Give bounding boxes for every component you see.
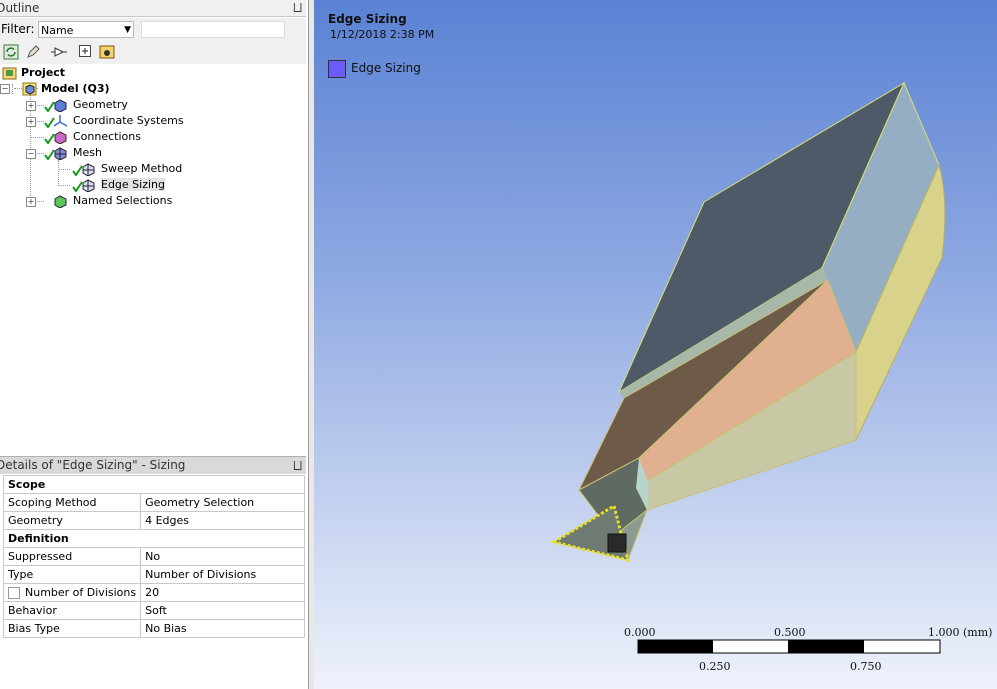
group-label-definition: Definition [3,529,305,548]
tree-label-named-selections: Named Selections [73,194,173,207]
filter-label: Filter: [1,22,35,36]
filter-input[interactable] [141,21,285,38]
tree-label-mesh: Mesh [73,146,102,159]
details-row-bias-type[interactable]: Bias Type No Bias [2,619,305,638]
mesh-icon [44,146,67,161]
chevron-down-icon: ▼ [124,25,131,35]
outline-title: Outline [0,1,40,15]
details-row-number-of-divisions[interactable]: Number of Divisions 20 [2,583,305,602]
tree-item-edge-sizing[interactable]: Edge Sizing [72,177,166,193]
row-label: Suppressed [2,547,142,566]
row-value[interactable]: No [140,547,305,566]
scale-label-0.25: 0.250 [699,660,731,673]
row-label: Behavior [2,601,142,620]
tree-item-named-selections[interactable]: Named Selections [44,193,172,209]
row-value[interactable]: Number of Divisions [140,565,305,584]
left-panel: Outline ⨆ Filter: Name ▼ Project − Model… [0,0,308,689]
connections-icon [44,130,67,145]
edge-sizing-icon [72,178,95,193]
model-geometry[interactable] [314,0,997,689]
tree-label-edge-sizing: Edge Sizing [101,178,166,191]
expand-geometry-icon[interactable]: + [26,101,36,111]
row-label: Scoping Method [2,493,142,512]
outline-tree: Project − Model (Q3) + Geometry + Coordi… [0,64,306,446]
collapse-environment-icon[interactable] [98,44,116,62]
edge-marker [607,533,627,553]
row-value[interactable]: Geometry Selection [140,493,305,512]
details-group-scope[interactable]: Scope [3,475,305,494]
tree-item-sweep-method[interactable]: Sweep Method [72,161,182,177]
filter-select-value: Name [41,24,74,37]
row-label: Type [2,565,142,584]
details-row-behavior[interactable]: Behavior Soft [2,601,305,620]
outline-toolbar [0,42,306,65]
expand-named-selections-icon[interactable]: + [26,197,36,207]
coordinate-systems-icon [44,114,68,129]
sweep-method-icon [72,162,95,177]
tree-label-model: Model (Q3) [41,82,110,95]
filter-select[interactable]: Name ▼ [38,21,134,38]
details-title-bar: Details of "Edge Sizing" - Sizing ⨆ [0,456,306,474]
scale-label-0.75: 0.750 [850,660,882,673]
details-table: Scope Scoping Method Geometry Selection … [2,475,305,638]
pin-icon[interactable]: ⨆ [293,457,302,474]
scale-label-0.5: 0.500 [774,626,806,639]
row-label-cell: Number of Divisions [2,583,142,602]
tree-item-geometry[interactable]: Geometry [44,97,128,113]
details-row-scoping-method[interactable]: Scoping Method Geometry Selection [2,493,305,512]
refresh-icon[interactable] [2,44,20,62]
parameter-checkbox[interactable] [8,587,20,599]
tree-item-project[interactable]: Project [2,65,65,81]
tree-label-coordinate-systems: Coordinate Systems [73,114,184,127]
tree-label-project: Project [21,66,66,79]
named-selections-icon [44,194,67,209]
outline-title-bar: Outline ⨆ [0,0,306,17]
details-title: Details of "Edge Sizing" - Sizing [0,458,186,472]
filter-funnel-icon[interactable] [50,44,68,62]
pin-icon[interactable]: ⨆ [293,0,302,16]
tree-item-mesh[interactable]: Mesh [44,145,102,161]
scale-label-1: 1.000 (mm) [928,626,993,639]
collapse-mesh-icon[interactable]: − [26,149,36,159]
tree-item-connections[interactable]: Connections [44,129,141,145]
model-icon [22,82,38,96]
graphics-viewport[interactable]: Edge Sizing 1/12/2018 2:38 PM Edge Sizin… [314,0,997,689]
row-label: Bias Type [2,619,142,638]
expand-all-icon[interactable] [76,44,94,62]
tree-label-sweep-method: Sweep Method [101,162,183,175]
details-row-type[interactable]: Type Number of Divisions [2,565,305,584]
row-value[interactable]: 4 Edges [140,511,305,530]
project-icon [2,66,18,80]
row-value[interactable]: 20 [140,583,305,602]
row-label: Geometry [2,511,142,530]
filter-row: Filter: Name ▼ [0,18,306,42]
group-label-scope: Scope [3,475,305,494]
row-value[interactable]: No Bias [140,619,305,638]
tree-item-model[interactable]: Model (Q3) [22,81,110,97]
row-label: Number of Divisions [25,586,137,599]
scale-bar [637,639,941,654]
tree-item-coordinate-systems[interactable]: Coordinate Systems [44,113,184,129]
tree-label-connections: Connections [73,130,141,143]
edit-icon[interactable] [24,44,42,62]
row-value[interactable]: Soft [140,601,305,620]
scale-label-0: 0.000 [624,626,656,639]
expand-coordinate-systems-icon[interactable]: + [26,117,36,127]
details-row-suppressed[interactable]: Suppressed No [2,547,305,566]
geometry-icon [44,98,67,113]
details-group-definition[interactable]: Definition [3,529,305,548]
tree-label-geometry: Geometry [73,98,128,111]
collapse-model-icon[interactable]: − [0,84,10,94]
details-row-geometry[interactable]: Geometry 4 Edges [2,511,305,530]
